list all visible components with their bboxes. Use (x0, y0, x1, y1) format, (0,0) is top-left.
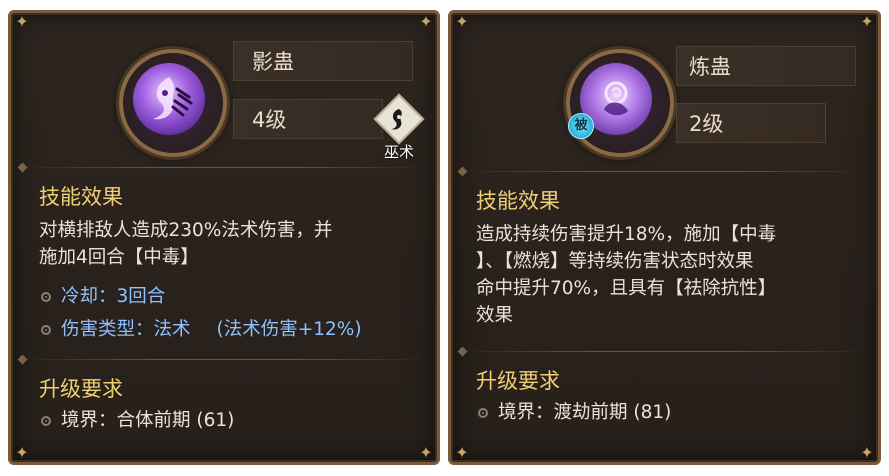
upgrade-title: 升级要求 (476, 369, 560, 393)
divider (17, 162, 427, 173)
ornament-corner-icon: ✦ (419, 443, 433, 462)
divider (457, 166, 868, 177)
realm-requirement: 境界：合体前期 (61) (41, 407, 234, 434)
effect-line: 对横排敌人造成230%法术伤害，并 (39, 220, 333, 241)
damage-bonus-text: (法术伤害+12%) (216, 319, 362, 340)
skill-name: 影蛊 (233, 41, 413, 81)
skill-card-lian-gu: ✦ ✦ ✦ ✦ 被 炼蛊 2级 技能效果 造成持续伤害提升18%，施加【中毒 】… (448, 10, 881, 465)
skill-icon-lian-gu[interactable]: 被 (566, 49, 674, 157)
damage-type-text: 伤害类型：法术 (61, 319, 191, 340)
bullet-icon (41, 291, 51, 302)
school-badge (373, 93, 425, 147)
skill-icon-ying-gu[interactable] (119, 49, 227, 157)
divider (17, 354, 427, 365)
shadow-gu-icon (133, 63, 205, 135)
skill-level: 4级 (233, 99, 383, 139)
effect-title: 技能效果 (476, 189, 560, 213)
ornament-corner-icon: ✦ (860, 12, 874, 31)
bullet-icon (41, 324, 51, 335)
skill-icon-art (133, 63, 205, 135)
ornament-corner-icon: ✦ (455, 12, 469, 31)
ornament-corner-icon: ✦ (15, 443, 29, 462)
effect-description: 造成持续伤害提升18%，施加【中毒 】、【燃烧】等持续伤害状态时效果 命中提升7… (476, 221, 776, 329)
cooldown-stat: 冷却：3回合 (41, 283, 165, 310)
upgrade-title: 升级要求 (39, 377, 123, 401)
skill-level: 2级 (676, 103, 826, 143)
effect-description: 对横排敌人造成230%法术伤害，并 施加4回合【中毒】 (39, 217, 332, 271)
wu-shu-glyph-icon (383, 103, 415, 135)
realm-requirement-text: 境界：渡劫前期 (81) (498, 402, 672, 423)
divider (457, 346, 868, 357)
ornament-corner-icon: ✦ (419, 12, 433, 31)
skill-name: 炼蛊 (676, 46, 856, 86)
cooldown-text: 冷却：3回合 (61, 286, 166, 307)
effect-line: 】、【燃烧】等持续伤害状态时效果 (476, 251, 754, 272)
skill-card-ying-gu: ✦ ✦ ✦ ✦ 影蛊 4级 巫术 技能效果 对横排敌人造成230%法术伤害，并 … (8, 10, 440, 465)
damage-type-stat: 伤害类型：法术 (法术伤害+12%) (41, 316, 362, 343)
bullet-icon (41, 415, 51, 426)
effect-line: 效果 (476, 305, 514, 326)
effect-line: 造成持续伤害提升18%，施加【中毒 (476, 224, 777, 245)
bullet-icon (478, 407, 488, 418)
ornament-corner-icon: ✦ (15, 12, 29, 31)
passive-badge: 被 (568, 113, 594, 139)
effect-line: 命中提升70%，且具有【祛除抗性】 (476, 278, 777, 299)
school-label: 巫术 (383, 143, 414, 161)
effect-title: 技能效果 (39, 185, 123, 209)
effect-line: 施加4回合【中毒】 (39, 247, 199, 268)
ornament-corner-icon: ✦ (455, 443, 469, 462)
realm-requirement: 境界：渡劫前期 (81) (478, 399, 671, 426)
realm-requirement-text: 境界：合体前期 (61) (61, 410, 235, 431)
ornament-corner-icon: ✦ (860, 443, 874, 462)
